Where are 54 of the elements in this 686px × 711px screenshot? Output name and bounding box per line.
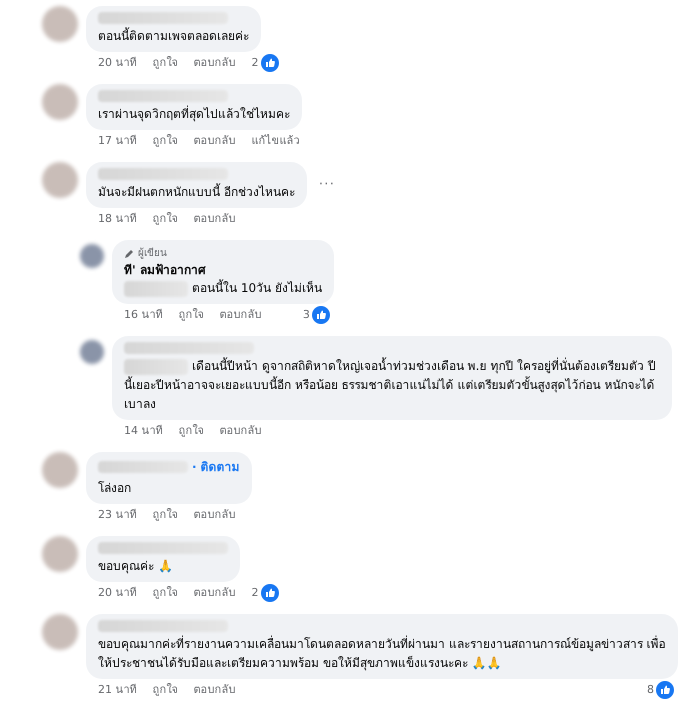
comment-time: 17 นาที bbox=[98, 132, 136, 149]
comment-time: 21 นาที bbox=[98, 682, 136, 698]
reaction-count: 3 bbox=[302, 306, 310, 323]
like-icon bbox=[260, 54, 278, 72]
comment-text: ตอนนี้ติดตามเพจตลอดเลยค่ะ bbox=[98, 29, 249, 43]
author-name[interactable]: ที' ลมฟ้าอากาศ bbox=[124, 261, 322, 279]
comment-text: ขอบคุณค่ะ 🙏 bbox=[98, 559, 173, 573]
reply-link[interactable]: ตอบกลับ bbox=[194, 210, 236, 228]
like-link[interactable]: ถูกใจ bbox=[178, 422, 204, 440]
author-label: ผู้เขียน bbox=[138, 246, 167, 261]
reaction-count: 2 bbox=[252, 54, 258, 71]
comment-time: 23 นาที bbox=[98, 506, 136, 523]
avatar[interactable] bbox=[80, 340, 104, 364]
reaction-count: 2 bbox=[252, 584, 258, 601]
comment-text: โล่งอก bbox=[98, 481, 131, 495]
comment-text: เราผ่านจุดวิกฤตที่สุดไปแล้วใช่ไหมคะ bbox=[98, 107, 290, 121]
reply-link[interactable]: ตอบกลับ bbox=[194, 132, 236, 150]
avatar[interactable] bbox=[42, 6, 78, 42]
like-link[interactable]: ถูกใจ bbox=[178, 306, 204, 324]
comment-text: ขอบคุณมากค่ะที่รายงานความเคลื่อนมาโดนตลอดหลายวันที่ผ่านมา และรายงานสถานการณ์ข้อมูลข่าวสาร เพื่อให้ประชาชนได้รับมือและเตรียมความพร้อม ขอให้มีสุขภาพแข็งแรงนะคะ 🙏🙏 bbox=[98, 637, 666, 670]
like-icon bbox=[656, 681, 674, 699]
like-icon bbox=[312, 306, 330, 324]
avatar[interactable] bbox=[42, 614, 78, 650]
avatar[interactable] bbox=[42, 162, 78, 198]
reaction-count: 8 bbox=[647, 682, 654, 698]
comment-text: มันจะมีฝนตกหนักแบบนี้ อีกช่วงไหนคะ bbox=[98, 185, 295, 199]
comment-text: เดือนนี้ปีหน้า ดูจากสถิติหาดใหญ่เจอน้ำท่วมช่วงเดือน พ.ย ทุกปี ใครอยู่ที่นั่นต้องเตรียมตัว ปีนี้เยอะปีหน้าอาจจะเยอะแบบนี้อีก หรือน้อย ธรรมชาติเอาแน่ไม่ได้ แต่เตรียมตัวขั้นสูงสุดไว้ก่อน หนักจะได้เบาลง bbox=[124, 359, 656, 411]
reply-link[interactable]: ตอบกลับ bbox=[194, 506, 236, 524]
comment-text: ตอนนี้ใน 10วัน ยังไม่เห็น bbox=[192, 281, 322, 295]
like-link[interactable]: ถูกใจ bbox=[152, 682, 178, 698]
reply-link[interactable]: ตอบกลับ bbox=[220, 422, 262, 440]
comment-time: 16 นาที bbox=[124, 306, 162, 323]
like-icon bbox=[260, 584, 278, 602]
avatar[interactable] bbox=[42, 452, 78, 488]
edited-label: แก้ไขแล้ว bbox=[252, 132, 300, 149]
follow-link[interactable]: · ติดตาม bbox=[192, 458, 240, 476]
reply-link[interactable]: ตอบกลับ bbox=[194, 682, 236, 698]
reply-link[interactable]: ตอบกลับ bbox=[220, 306, 262, 324]
reply-link[interactable]: ตอบกลับ bbox=[194, 54, 236, 72]
comment-time: 14 นาที bbox=[124, 422, 162, 439]
avatar[interactable] bbox=[80, 244, 104, 268]
more-button[interactable]: ··· bbox=[318, 175, 336, 195]
like-link[interactable]: ถูกใจ bbox=[152, 54, 178, 72]
like-link[interactable]: ถูกใจ bbox=[152, 210, 178, 228]
like-link[interactable]: ถูกใจ bbox=[152, 132, 178, 150]
pencil-icon bbox=[124, 248, 134, 258]
avatar[interactable] bbox=[42, 84, 78, 120]
comment-time: 18 นาที bbox=[98, 210, 136, 227]
comment-time: 20 นาที bbox=[98, 584, 136, 601]
comment-time: 20 นาที bbox=[98, 54, 136, 71]
like-link[interactable]: ถูกใจ bbox=[152, 584, 178, 602]
reply-link[interactable]: ตอบกลับ bbox=[194, 584, 236, 602]
avatar[interactable] bbox=[42, 536, 78, 572]
like-link[interactable]: ถูกใจ bbox=[152, 506, 178, 524]
